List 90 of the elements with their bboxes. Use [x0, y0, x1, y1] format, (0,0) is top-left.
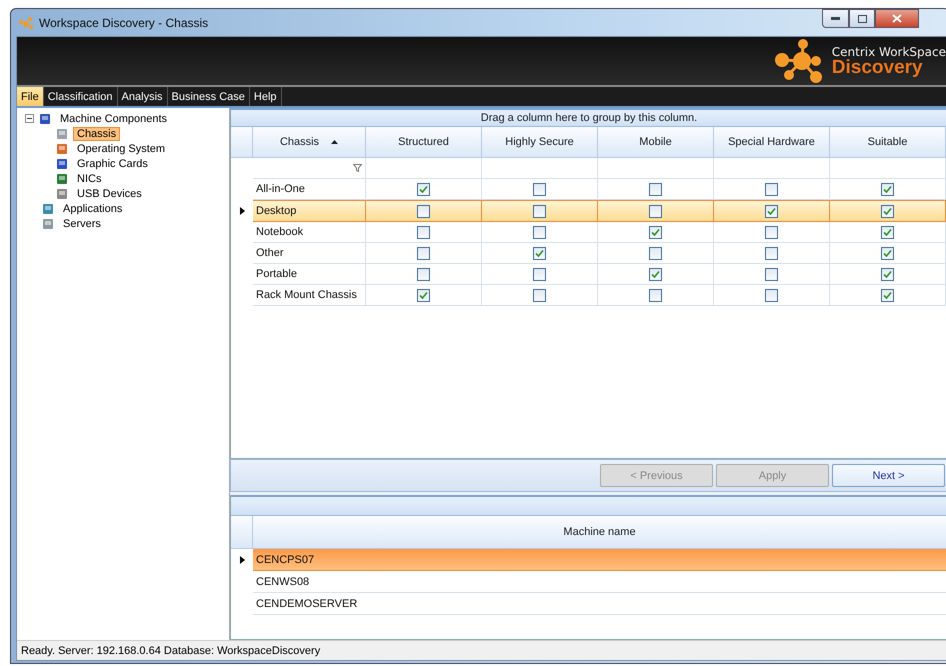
filter-cell[interactable] [830, 158, 946, 179]
checkbox[interactable] [649, 288, 662, 302]
checkbox[interactable] [649, 246, 662, 260]
table-cell[interactable]: Portable [253, 264, 366, 285]
checkbox[interactable] [649, 226, 662, 238]
column-header[interactable]: Chassis [253, 127, 366, 158]
column-header[interactable]: Suitable [830, 127, 946, 158]
maximize-button[interactable] [849, 9, 875, 28]
column-header[interactable]: Special Hardware [714, 127, 830, 158]
checkbox[interactable] [765, 204, 778, 218]
card-icon [55, 172, 69, 186]
checkbox[interactable] [765, 288, 778, 302]
checkbox[interactable] [765, 226, 778, 238]
molecule-icon [18, 16, 34, 30]
checkbox[interactable] [765, 246, 778, 260]
current-row-icon [240, 207, 244, 215]
close-icon [892, 14, 902, 23]
table-cell[interactable]: Other [253, 243, 366, 264]
server-icon [41, 216, 55, 230]
filter-cell[interactable] [598, 158, 714, 179]
minimize-button[interactable] [822, 9, 849, 28]
checkbox[interactable] [649, 204, 662, 218]
menu-item[interactable]: File [17, 87, 44, 106]
window-icon [55, 142, 69, 156]
tree-item[interactable]: Operating System [73, 142, 170, 156]
checkbox[interactable] [881, 226, 894, 238]
checkbox[interactable] [649, 182, 662, 196]
monitor-icon [55, 156, 69, 170]
checkbox[interactable] [881, 182, 894, 196]
checkbox[interactable] [533, 226, 546, 238]
checkbox[interactable] [533, 268, 546, 280]
checkbox[interactable] [533, 204, 546, 218]
maximize-icon [858, 14, 866, 22]
window-icon [41, 202, 55, 216]
row-header-corner [231, 127, 253, 158]
column-header[interactable]: Mobile [598, 127, 714, 158]
checkbox[interactable] [765, 268, 778, 280]
checkbox[interactable] [417, 288, 430, 302]
tree-item[interactable]: Machine Components [56, 112, 172, 126]
table-cell[interactable]: All-in-One [253, 179, 366, 200]
tree-item[interactable]: USB Devices [73, 186, 146, 200]
checkbox[interactable] [417, 246, 430, 260]
monitor-icon [38, 112, 52, 126]
menu-item[interactable]: Business Case [168, 87, 250, 106]
checkbox[interactable] [417, 204, 430, 218]
tree-item[interactable]: Applications [59, 202, 126, 216]
table-cell[interactable]: CENCPS07 [253, 549, 946, 571]
tree-item[interactable]: NICs [73, 172, 106, 186]
tree-item[interactable]: Chassis [73, 126, 120, 140]
filter-cell[interactable] [366, 158, 482, 179]
group-panel-hint: Drag a column here to group by this column. [231, 110, 946, 127]
checkbox[interactable] [649, 268, 662, 280]
column-header[interactable]: Machine name [253, 516, 946, 549]
tree-item[interactable]: Servers [59, 216, 105, 230]
checkbox[interactable] [765, 182, 778, 196]
brand-product: Discovery [832, 58, 923, 76]
checkbox[interactable] [881, 288, 894, 302]
current-row-icon [240, 556, 244, 564]
filter-cell[interactable] [253, 158, 366, 179]
table-cell[interactable]: Rack Mount Chassis [253, 285, 366, 306]
menu-item[interactable]: Help [250, 87, 282, 106]
column-header[interactable]: Highly Secure [482, 127, 598, 158]
collapse-icon[interactable] [25, 114, 34, 123]
checkbox[interactable] [417, 182, 430, 196]
checkbox[interactable] [881, 204, 894, 218]
checkbox[interactable] [533, 182, 546, 196]
checkbox[interactable] [417, 268, 430, 280]
column-header[interactable]: Structured [366, 127, 482, 158]
usb-icon [55, 186, 69, 200]
checkbox[interactable] [533, 246, 546, 260]
checkbox[interactable] [881, 268, 894, 280]
filter-cell[interactable] [714, 158, 830, 179]
checkbox[interactable] [881, 246, 894, 260]
minimize-icon [831, 17, 840, 20]
table-cell[interactable]: Notebook [253, 222, 366, 243]
close-button[interactable] [875, 9, 919, 28]
filter-cell[interactable] [482, 158, 598, 179]
menu-item[interactable]: Analysis [118, 87, 168, 106]
status-text: Ready. Server: 192.168.0.64 Database: WorkspaceDiscovery [17, 640, 946, 660]
wizard-button[interactable]: Next > [832, 464, 945, 487]
checkbox[interactable] [417, 226, 430, 238]
tower-icon [55, 126, 69, 140]
row-header-corner [231, 516, 253, 549]
brand-name: Centrix WorkSpace [832, 46, 946, 58]
checkbox[interactable] [533, 288, 546, 302]
window-title: Workspace Discovery - Chassis [39, 16, 208, 30]
tree-item[interactable]: Graphic Cards [73, 156, 152, 170]
menu-item[interactable]: Classification [44, 87, 118, 106]
table-cell[interactable]: Desktop [253, 200, 366, 222]
filter-icon[interactable] [353, 164, 362, 172]
